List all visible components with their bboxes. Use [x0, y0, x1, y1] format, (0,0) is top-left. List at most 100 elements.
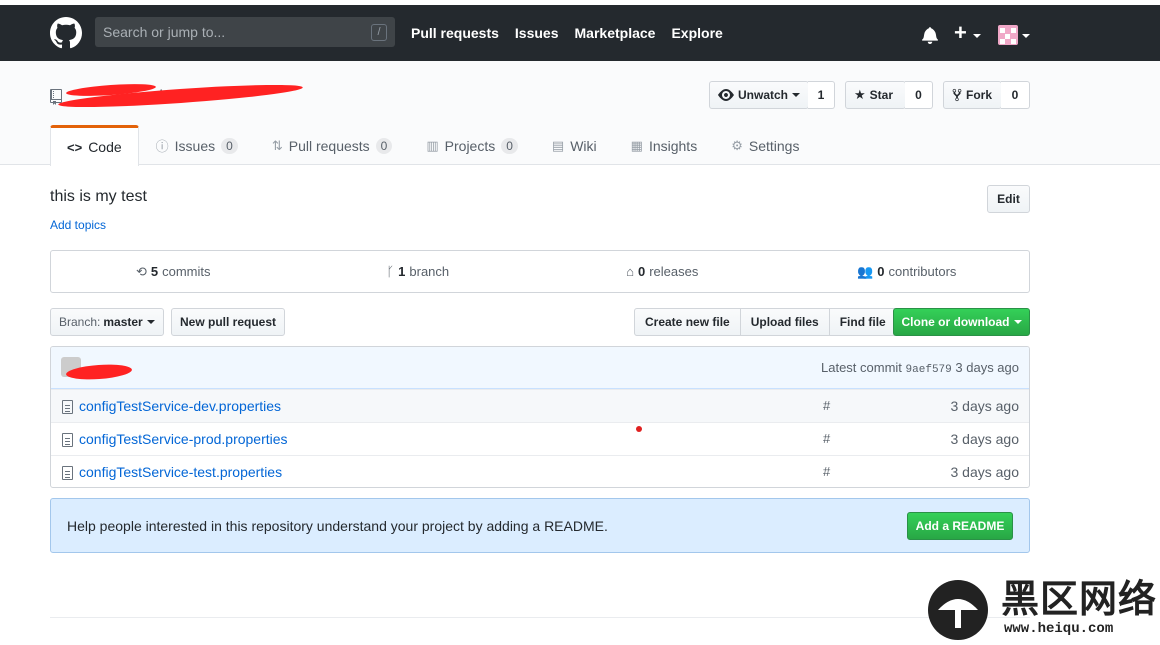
issues-counter: 0 — [221, 137, 238, 154]
unwatch-label: Unwatch — [737, 88, 788, 102]
tag-icon: ⌂ — [626, 264, 634, 279]
branches-count: 1 — [398, 264, 406, 279]
chevron-down-icon — [146, 320, 155, 324]
chevron-down-icon — [1022, 34, 1030, 38]
tab-label: Settings — [748, 137, 800, 154]
forks-count[interactable]: 0 — [1001, 81, 1030, 109]
releases-label: releases — [649, 264, 699, 279]
contributors-summary[interactable]: 👥 0 contributors — [785, 251, 1030, 292]
commit-sha-link[interactable]: 9aef579 — [906, 364, 952, 376]
create-new-button[interactable]: + — [954, 20, 967, 46]
cursor-dot — [636, 426, 642, 432]
repo-header: / Unwatch 1 ★ Star 0 Fork 0 <> Code ⓘ Is… — [0, 61, 1160, 166]
fork-icon — [952, 88, 962, 102]
commits-count: 5 — [150, 264, 159, 279]
tab-projects[interactable]: ▥ Projects 0 — [409, 125, 535, 165]
tab-code[interactable]: <> Code — [50, 125, 139, 166]
bell-icon[interactable] — [921, 26, 939, 44]
commit-age: 3 days ago — [955, 360, 1019, 375]
book-icon: ▤ — [551, 137, 565, 153]
file-icon — [62, 433, 73, 447]
fork-button[interactable]: Fork — [943, 81, 1002, 109]
releases-count: 0 — [637, 264, 646, 279]
tab-insights[interactable]: ▦ Insights — [614, 125, 715, 165]
watermark-url: www.heiqu.com — [1004, 621, 1114, 637]
contributors-count: 0 — [877, 264, 885, 279]
nav-issues[interactable]: Issues — [515, 25, 559, 41]
commit-message-link[interactable]: # — [823, 398, 830, 413]
file-list: Latest commit 9aef579 3 days ago configT… — [50, 346, 1030, 488]
file-link[interactable]: configTestService-prod.properties — [79, 431, 288, 447]
pull-request-icon: ⇅ — [271, 137, 283, 153]
commit-message-link[interactable]: # — [823, 431, 830, 446]
branch-select-button[interactable]: Branch: master — [50, 308, 164, 336]
add-readme-button[interactable]: Add a README — [907, 512, 1013, 540]
tab-wiki[interactable]: ▤ Wiki — [535, 125, 614, 165]
fork-label: Fork — [966, 88, 993, 102]
add-topics-link[interactable]: Add topics — [50, 218, 106, 232]
tab-label: Insights — [648, 137, 698, 154]
code-icon: <> — [67, 139, 83, 155]
pull-requests-counter: 0 — [375, 137, 393, 154]
repo-tabs: <> Code ⓘ Issues 0 ⇅ Pull requests 0 ▥ P… — [50, 125, 816, 166]
tab-pull-requests[interactable]: ⇅ Pull requests 0 — [255, 125, 410, 165]
readme-prompt: Help people interested in this repositor… — [50, 498, 1030, 553]
search-box[interactable]: / — [95, 17, 395, 47]
global-header: / Pull requests Issues Marketplace Explo… — [0, 5, 1160, 61]
commit-message-link[interactable]: # — [823, 464, 830, 479]
commit-tease: Latest commit 9aef579 3 days ago — [51, 347, 1029, 389]
nav-explore[interactable]: Explore — [671, 25, 722, 41]
file-icon — [62, 400, 73, 414]
upload-files-button[interactable]: Upload files — [739, 308, 830, 336]
branch-name: master — [103, 315, 143, 329]
branch-icon: ᚴ — [386, 264, 395, 279]
file-icon — [62, 466, 73, 480]
nav-pull-requests[interactable]: Pull requests — [411, 25, 499, 41]
file-row: configTestService-test.properties # 3 da… — [51, 455, 1029, 487]
star-button[interactable]: ★ Star — [845, 81, 906, 109]
file-link[interactable]: configTestService-dev.properties — [79, 398, 281, 414]
tab-label: Projects — [444, 137, 496, 154]
stargazers-count[interactable]: 0 — [905, 81, 933, 109]
history-icon: ⟲ — [135, 263, 147, 279]
commits-summary[interactable]: ⟲ 5 commits — [51, 251, 296, 292]
chevron-down-icon — [792, 93, 800, 97]
star-label: Star — [869, 88, 893, 102]
projects-counter: 0 — [501, 137, 518, 154]
people-icon: 👥 — [857, 263, 874, 279]
header-nav: Pull requests Issues Marketplace Explore — [411, 5, 739, 61]
file-actions-group: Create new file Upload files Find file — [634, 308, 897, 336]
releases-summary[interactable]: ⌂ 0 releases — [540, 251, 785, 292]
clone-or-download-button[interactable]: Clone or download — [893, 308, 1030, 336]
new-pull-request-button[interactable]: New pull request — [171, 308, 285, 336]
chevron-down-icon — [973, 34, 981, 38]
branches-label: branch — [409, 264, 450, 279]
file-age: 3 days ago — [950, 398, 1020, 414]
find-file-button[interactable]: Find file — [828, 308, 897, 336]
file-link[interactable]: configTestService-test.properties — [79, 464, 282, 480]
tab-issues[interactable]: ⓘ Issues 0 — [139, 125, 255, 165]
create-new-file-button[interactable]: Create new file — [634, 308, 741, 336]
footer-divider — [50, 617, 1030, 618]
project-board-icon: ▥ — [426, 137, 439, 153]
file-age: 3 days ago — [950, 431, 1020, 447]
file-row: configTestService-prod.properties # 3 da… — [51, 422, 1029, 455]
gear-icon: ⚙ — [731, 137, 743, 153]
tab-settings[interactable]: ⚙ Settings — [714, 125, 816, 165]
unwatch-button[interactable]: Unwatch — [709, 81, 809, 109]
github-logo-icon[interactable] — [50, 17, 82, 49]
search-input[interactable] — [95, 17, 365, 47]
chevron-down-icon — [1013, 320, 1022, 324]
watchers-count[interactable]: 1 — [808, 81, 835, 109]
latest-commit-label: Latest commit — [821, 360, 902, 375]
user-avatar[interactable] — [998, 25, 1018, 45]
contributors-label: contributors — [888, 264, 957, 279]
edit-description-button[interactable]: Edit — [987, 185, 1030, 213]
tab-label: Code — [88, 139, 122, 155]
issue-icon: ⓘ — [155, 139, 169, 154]
readme-prompt-text: Help people interested in this repositor… — [67, 518, 608, 534]
eye-icon — [718, 89, 734, 101]
branches-summary[interactable]: ᚴ 1 branch — [296, 251, 541, 292]
file-age: 3 days ago — [950, 464, 1020, 480]
nav-marketplace[interactable]: Marketplace — [575, 25, 656, 41]
